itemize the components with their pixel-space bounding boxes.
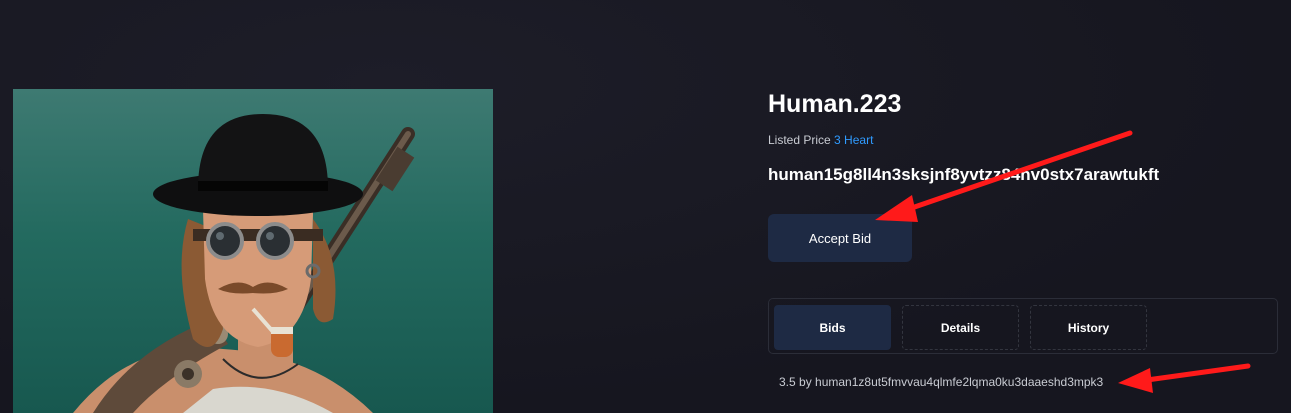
tab-bids[interactable]: Bids <box>774 305 891 350</box>
bowler-hat <box>153 114 363 216</box>
nft-image <box>13 89 493 413</box>
listed-price-label: Listed Price <box>768 133 831 147</box>
nft-artwork <box>73 114 415 413</box>
accept-bid-button[interactable]: Accept Bid <box>768 214 912 262</box>
listed-price: Listed Price 3 Heart <box>768 133 873 147</box>
listed-price-value[interactable]: 3 Heart <box>834 133 873 147</box>
arrow-to-bid-row <box>1118 363 1251 393</box>
nft-title: Human.223 <box>768 90 902 118</box>
owner-address: human15g8ll4n3sksjnf8yvtzz84nv0stx7arawt… <box>768 165 1160 184</box>
tab-history[interactable]: History <box>1030 305 1147 350</box>
tab-details[interactable]: Details <box>902 305 1019 350</box>
tabs-panel: Bids Details History <box>768 298 1278 354</box>
page: Human.223 Listed Price 3 Heart human15g8… <box>0 0 1291 413</box>
bid-row: 3.5 by human1z8ut5fmvvau4qlmfe2lqma0ku3d… <box>779 375 1104 389</box>
